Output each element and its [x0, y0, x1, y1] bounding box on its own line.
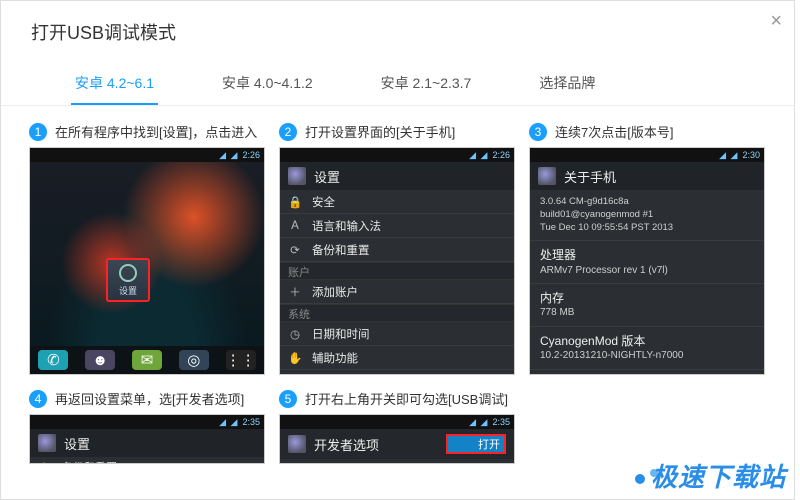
step-badge: 4: [29, 390, 47, 408]
step-text: 再返回设置菜单，选[开发者选项]: [55, 389, 244, 408]
language-icon: A: [288, 220, 302, 232]
section-header: 系统: [280, 304, 514, 322]
watermark: 极速下载站: [635, 457, 786, 494]
sms-icon: ✉: [132, 350, 162, 370]
step-text: 打开设置界面的[关于手机]: [305, 122, 455, 141]
logo-icon: [635, 474, 645, 484]
lock-icon: 🔒: [288, 195, 302, 209]
screenshot-developer-options: ◢ ◢2:35 开发者选项 打开 对 SD 卡进行读写保护 程序必须申请读取 S…: [279, 414, 515, 464]
step-text: 在所有程序中找到[设置]，点击进入: [55, 122, 257, 141]
plus-icon: ＋: [288, 284, 302, 300]
apps-icon: ⋮⋮: [226, 350, 256, 370]
step-badge: 5: [279, 390, 297, 408]
tab-select-brand[interactable]: 选择品牌: [535, 65, 599, 105]
clock-icon: ◷: [288, 327, 302, 341]
page-title: 打开USB调试模式: [1, 1, 794, 53]
gear-icon: [119, 264, 137, 282]
screenshot-settings-list: ◢ ◢2:26 设置 🔒安全 A语言和输入法 ⟳备份和重置 账户 ＋添加账户 系…: [279, 147, 515, 375]
step-badge: 1: [29, 123, 47, 141]
browser-icon: ◎: [179, 350, 209, 370]
hand-icon: ✋: [288, 351, 302, 365]
back-icon: [38, 434, 56, 452]
step-badge: 2: [279, 123, 297, 141]
step-5: 5 打开右上角开关即可勾选[USB调试] ◢ ◢2:35 开发者选项 打开 对 …: [279, 389, 515, 464]
close-icon[interactable]: ×: [770, 10, 782, 33]
screenshot-home: ◢ ◢2:26 设置 ✆ ☻ ✉ ◎ ⋮⋮: [29, 147, 265, 375]
contacts-icon: ☻: [85, 350, 115, 370]
screenshot-settings-return: ◢ ◢2:35 设置 ⟳备份和重置: [29, 414, 265, 464]
step-text: 打开右上角开关即可勾选[USB调试]: [305, 389, 508, 408]
step-text: 连续7次点击[版本号]: [555, 122, 673, 141]
step-1: 1 在所有程序中找到[设置]，点击进入 ◢ ◢2:26 设置 ✆ ☻ ✉ ◎ ⋮…: [29, 122, 265, 375]
settings-app-icon: 设置: [106, 258, 150, 302]
backup-icon: ⟳: [288, 243, 302, 257]
section-header: 账户: [280, 262, 514, 280]
developer-toggle: 打开: [446, 434, 506, 454]
tab-bar: 安卓 4.2~6.1 安卓 4.0~4.1.2 安卓 2.1~2.3.7 选择品…: [1, 53, 794, 106]
tab-android-21-237[interactable]: 安卓 2.1~2.3.7: [377, 65, 476, 105]
back-icon: [288, 167, 306, 185]
tab-android-42-61[interactable]: 安卓 4.2~6.1: [71, 65, 158, 105]
step-4: 4 再返回设置菜单，选[开发者选项] ◢ ◢2:35 设置 ⟳备份和重置: [29, 389, 265, 464]
step-2: 2 打开设置界面的[关于手机] ◢ ◢2:26 设置 🔒安全 A语言和输入法 ⟳…: [279, 122, 515, 375]
step-3: 3 连续7次点击[版本号] ◢ ◢2:30 关于手机 3.0.64 CM-g9d…: [529, 122, 765, 375]
screenshot-about-phone: ◢ ◢2:30 关于手机 3.0.64 CM-g9d16c8a build01@…: [529, 147, 765, 375]
tab-android-40-412[interactable]: 安卓 4.0~4.1.2: [218, 65, 317, 105]
kernel-info: 3.0.64 CM-g9d16c8a build01@cyanogenmod #…: [530, 190, 764, 241]
backup-icon: ⟳: [38, 460, 52, 464]
back-icon: [288, 435, 306, 453]
back-icon: [538, 167, 556, 185]
phone-icon: ✆: [38, 350, 68, 370]
step-badge: 3: [529, 123, 547, 141]
